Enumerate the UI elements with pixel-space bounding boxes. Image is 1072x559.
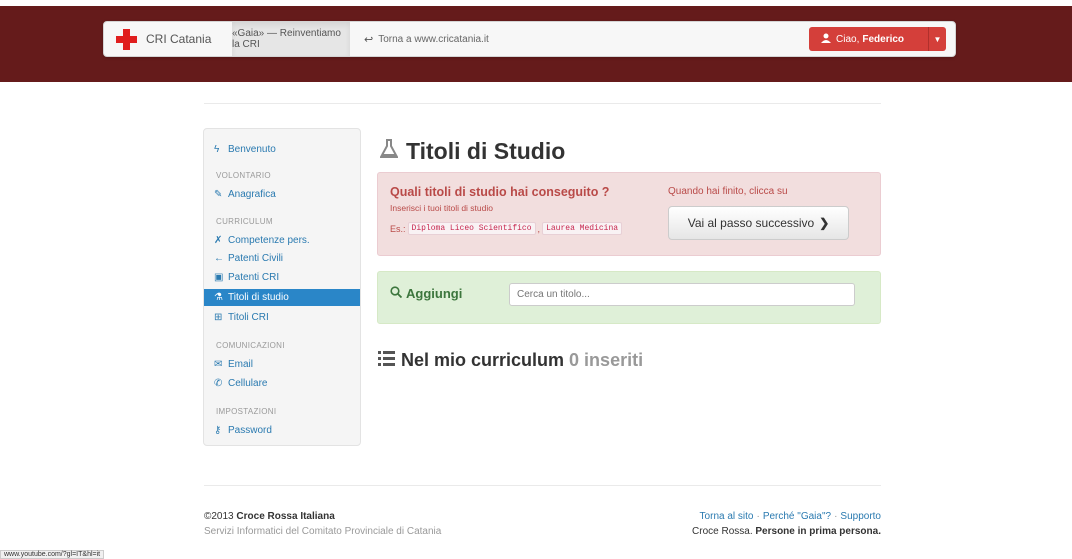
copyright-year: ©2013 [204, 511, 234, 522]
list-icon [378, 350, 395, 371]
footer-org: Croce Rossa Italiana [236, 511, 335, 522]
sidebar-section-comunicazioni: COMUNICAZIONI [216, 341, 285, 350]
footer-link-support[interactable]: Supporto [840, 511, 881, 522]
examples-prefix: Es.: [390, 223, 406, 234]
caret-down-icon[interactable]: ▼ [928, 27, 946, 51]
sidebar-item-label: Cellulare [228, 378, 268, 389]
sidebar: ϟ Benvenuto VOLONTARIO ✎ Anagrafica CURRIC… [203, 128, 361, 446]
tagline-prefix: Croce Rossa. [692, 526, 753, 537]
example-laurea: Laurea Medicina [542, 222, 623, 235]
add-title-panel: Aggiungi [377, 271, 881, 324]
search-title-input[interactable] [509, 283, 855, 306]
key-icon: ⚷ [214, 425, 222, 436]
sidebar-item-patenti-civili[interactable]: ← Patenti Civili [204, 250, 360, 267]
sidebar-item-cellulare[interactable]: ✆ Cellulare [204, 375, 360, 392]
arrow-left-icon: ← [214, 253, 224, 264]
sidebar-item-anagrafica[interactable]: ✎ Anagrafica [204, 186, 360, 203]
plus-square-icon: ⊞ [214, 312, 223, 323]
footer-subtitle: Servizi Informatici del Comitato Provinc… [204, 526, 442, 537]
footer-links: Torna al sito · Perché "Gaia"? · Support… [700, 511, 881, 522]
sidebar-section-curriculum: CURRICULUM [216, 217, 273, 226]
instructions-alert: Quali titoli di studio hai conseguito ? … [377, 172, 881, 256]
tagline-bold: Persone in prima persona. [755, 526, 881, 537]
sidebar-item-benvenuto[interactable]: ϟ Benvenuto [204, 141, 360, 158]
user-icon [821, 33, 831, 46]
flask-icon [379, 138, 399, 165]
footer-copyright: ©2013 Croce Rossa Italiana [204, 511, 335, 522]
sidebar-item-label: Patenti Civili [228, 253, 284, 264]
add-label-text: Aggiungi [406, 286, 463, 301]
envelope-icon: ✉ [214, 359, 223, 370]
example-diploma: Diploma Liceo Scientifico [407, 222, 536, 235]
sidebar-section-impostazioni: IMPOSTAZIONI [216, 407, 277, 416]
footer-divider [204, 485, 881, 486]
brand[interactable]: CRI Catania [116, 22, 211, 56]
alert-examples: Es.: Diploma Liceo Scientifico, Laurea M… [390, 222, 624, 235]
truck-icon: ▣ [214, 272, 224, 283]
user-greeting: Ciao, [836, 33, 860, 45]
footer-separator: · [756, 511, 760, 522]
edit-icon: ✎ [214, 189, 223, 200]
curriculum-count: 0 inseriti [569, 350, 644, 370]
red-cross-logo-icon [116, 28, 137, 50]
chevron-right-icon: ❯ [819, 216, 830, 230]
search-icon [390, 286, 403, 301]
footer-separator: · [834, 511, 838, 522]
user-menu-button[interactable]: Ciao, Federico ▼ [809, 27, 946, 51]
sidebar-item-label: Anagrafica [228, 189, 276, 200]
footer-link-back[interactable]: Torna al sito [700, 511, 754, 522]
magic-wand-icon: ✗ [214, 235, 223, 246]
sidebar-section-volontario: VOLONTARIO [216, 171, 271, 180]
curriculum-heading: Nel mio curriculum 0 inseriti [378, 350, 643, 371]
page-title: Titoli di Studio [379, 138, 566, 165]
next-step-label: Vai al passo successivo [687, 216, 815, 230]
alert-subtitle: Inserisci i tuoi titoli di studio [390, 203, 493, 213]
top-navbar: CRI Catania «Gaia» — Reinventiamo la CRI… [103, 21, 956, 57]
sidebar-item-patenti-cri[interactable]: ▣ Patenti CRI [204, 269, 360, 286]
footer-link-why-gaia[interactable]: Perché "Gaia"? [763, 511, 831, 522]
sidebar-item-password[interactable]: ⚷ Password [204, 422, 360, 439]
flask-icon: ⚗ [214, 292, 223, 303]
sidebar-item-label: Benvenuto [228, 144, 276, 155]
sidebar-item-titoli-studio[interactable]: ⚗ Titoli di studio [204, 289, 360, 306]
sidebar-item-email[interactable]: ✉ Email [204, 356, 360, 373]
curriculum-heading-text: Nel mio curriculum [401, 350, 565, 370]
browser-status-url: www.youtube.com/?gl=IT&hl=it [0, 550, 105, 559]
nav-link-back-to-site[interactable]: ↩ Torna a www.cricatania.it [364, 22, 489, 56]
sidebar-item-label: Email [228, 359, 254, 370]
sidebar-item-label: Titoli CRI [228, 312, 269, 323]
top-divider [204, 103, 881, 104]
nav-tab-gaia[interactable]: «Gaia» — Reinventiamo la CRI [232, 22, 350, 56]
next-step-button[interactable]: Vai al passo successivo ❯ [668, 206, 849, 240]
sidebar-item-label: Patenti CRI [228, 272, 280, 283]
bolt-icon: ϟ [214, 144, 220, 155]
alert-question: Quali titoli di studio hai conseguito ? [390, 185, 610, 199]
sidebar-item-competenze[interactable]: ✗ Competenze pers. [204, 232, 360, 249]
alert-finished-text: Quando hai finito, clicca su [668, 186, 788, 197]
page-title-text: Titoli di Studio [406, 138, 566, 164]
footer-tagline: Croce Rossa. Persone in prima persona. [692, 526, 881, 537]
sidebar-item-label: Titoli di studio [228, 292, 289, 303]
phone-icon: ✆ [214, 378, 223, 389]
reply-arrow-icon: ↩ [364, 33, 374, 46]
add-label: Aggiungi [390, 286, 462, 301]
sidebar-item-label: Password [228, 425, 272, 436]
brand-name: CRI Catania [146, 32, 212, 46]
sidebar-item-label: Competenze pers. [228, 235, 310, 246]
user-name: Federico [862, 33, 905, 45]
back-link-label: Torna a www.cricatania.it [378, 33, 489, 45]
sidebar-item-titoli-cri[interactable]: ⊞ Titoli CRI [204, 309, 360, 326]
